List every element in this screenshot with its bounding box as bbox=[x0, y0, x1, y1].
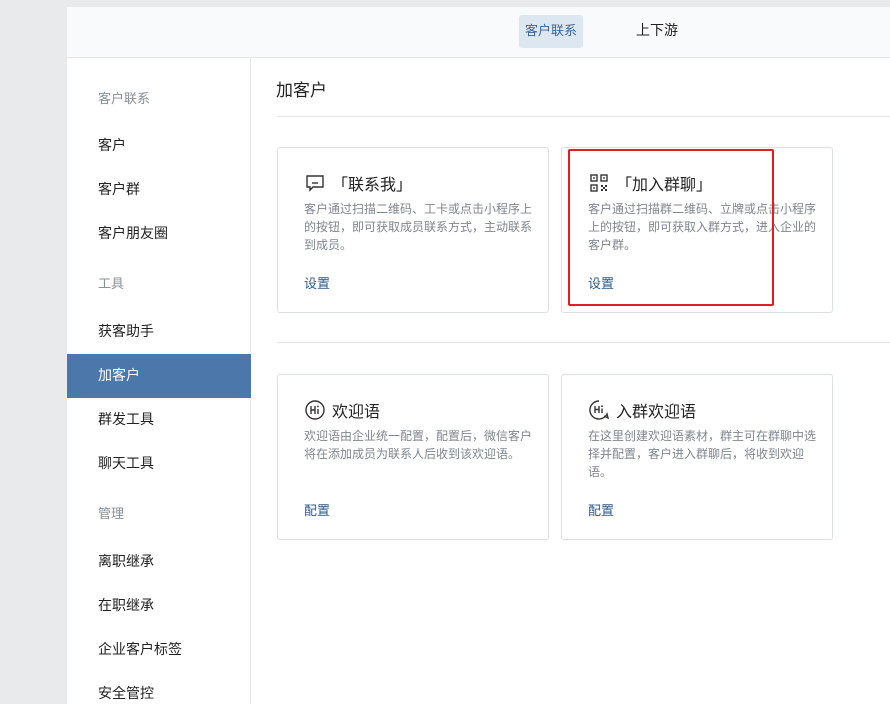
sidebar-item-resign-inherit[interactable]: 离职继承 bbox=[67, 540, 251, 584]
divider bbox=[277, 342, 890, 343]
sidebar: 客户联系 客户 客户群 客户朋友圈 工具 获客助手 加客户 群发工具 聊天工具 … bbox=[67, 58, 251, 704]
sidebar-item-customer-tags[interactable]: 企业客户标签 bbox=[67, 628, 251, 672]
sidebar-group-title: 管理 bbox=[98, 507, 125, 522]
qr-code-icon bbox=[588, 172, 610, 194]
top-nav: 客户联系 上下游 bbox=[67, 7, 890, 58]
sidebar-item-add-customer[interactable]: 加客户 bbox=[67, 354, 251, 398]
divider bbox=[277, 116, 890, 117]
sidebar-item-customer-groups[interactable]: 客户群 bbox=[67, 168, 251, 212]
sidebar-item-security[interactable]: 安全管控 bbox=[67, 672, 251, 704]
card-description: 客户通过扫描群二维码、立牌或点击小程序上的按钮，即可获取入群方式，进入企业的客户… bbox=[588, 202, 817, 252]
card-title: 欢迎语 bbox=[332, 402, 381, 421]
card-header: 「联系我」 bbox=[304, 171, 412, 195]
card-description: 在这里创建欢迎语素材，群主可在群聊中选择并配置，客户进入群聊后，将收到欢迎语。 bbox=[588, 429, 817, 479]
page-title: 加客户 bbox=[276, 81, 327, 101]
setup-link[interactable]: 设置 bbox=[588, 273, 614, 292]
sidebar-item-onjob-inherit[interactable]: 在职继承 bbox=[67, 584, 251, 628]
card-title: 「加入群聊」 bbox=[616, 175, 713, 194]
chat-bubble-icon bbox=[304, 172, 326, 194]
configure-link[interactable]: 配置 bbox=[304, 500, 330, 519]
sidebar-group-title: 工具 bbox=[98, 277, 125, 292]
card-header: 入群欢迎语 bbox=[588, 398, 696, 422]
app-frame: 客户联系 上下游 客户联系 客户 客户群 客户朋友圈 工具 获客助手 加客户 群… bbox=[67, 7, 890, 704]
setup-link[interactable]: 设置 bbox=[304, 273, 330, 292]
group-hi-greeting-icon bbox=[588, 399, 610, 421]
card-group-welcome-message: 入群欢迎语 在这里创建欢迎语素材，群主可在群聊中选择并配置，客户进入群聊后，将收… bbox=[561, 374, 833, 540]
card-header: 欢迎语 bbox=[304, 398, 380, 422]
card-contact-me: 「联系我」 客户通过扫描二维码、工卡或点击小程序上的按钮，即可获取成员联系方式，… bbox=[277, 147, 549, 313]
card-title: 「联系我」 bbox=[332, 175, 413, 194]
sidebar-item-chat-tools[interactable]: 聊天工具 bbox=[67, 442, 251, 486]
card-welcome-message: 欢迎语 欢迎语由企业统一配置，配置后，微信客户将在添加成员为联系人后收到该欢迎语… bbox=[277, 374, 549, 540]
configure-link[interactable]: 配置 bbox=[588, 500, 614, 519]
card-header: 「加入群聊」 bbox=[588, 171, 712, 195]
tab-upstream-downstream[interactable]: 上下游 bbox=[627, 15, 687, 48]
main-content: 加客户 「联系我」 客户通过扫描二维码、工卡或点击小程序上的按钮，即可获取成员联… bbox=[252, 58, 890, 704]
hi-greeting-icon bbox=[304, 399, 326, 421]
card-join-group: 「加入群聊」 客户通过扫描群二维码、立牌或点击小程序上的按钮，即可获取入群方式，… bbox=[561, 147, 833, 313]
card-title: 入群欢迎语 bbox=[616, 402, 697, 421]
sidebar-item-acquisition[interactable]: 获客助手 bbox=[67, 310, 251, 354]
sidebar-item-customers[interactable]: 客户 bbox=[67, 124, 251, 168]
sidebar-group-title: 客户联系 bbox=[98, 92, 151, 107]
tab-customer-contact[interactable]: 客户联系 bbox=[519, 15, 583, 48]
card-description: 欢迎语由企业统一配置，配置后，微信客户将在添加成员为联系人后收到该欢迎语。 bbox=[304, 429, 533, 461]
sidebar-item-moments[interactable]: 客户朋友圈 bbox=[67, 212, 251, 256]
sidebar-item-mass-send[interactable]: 群发工具 bbox=[67, 398, 251, 442]
card-description: 客户通过扫描二维码、工卡或点击小程序上的按钮，即可获取成员联系方式，主动联系到成… bbox=[304, 202, 533, 252]
